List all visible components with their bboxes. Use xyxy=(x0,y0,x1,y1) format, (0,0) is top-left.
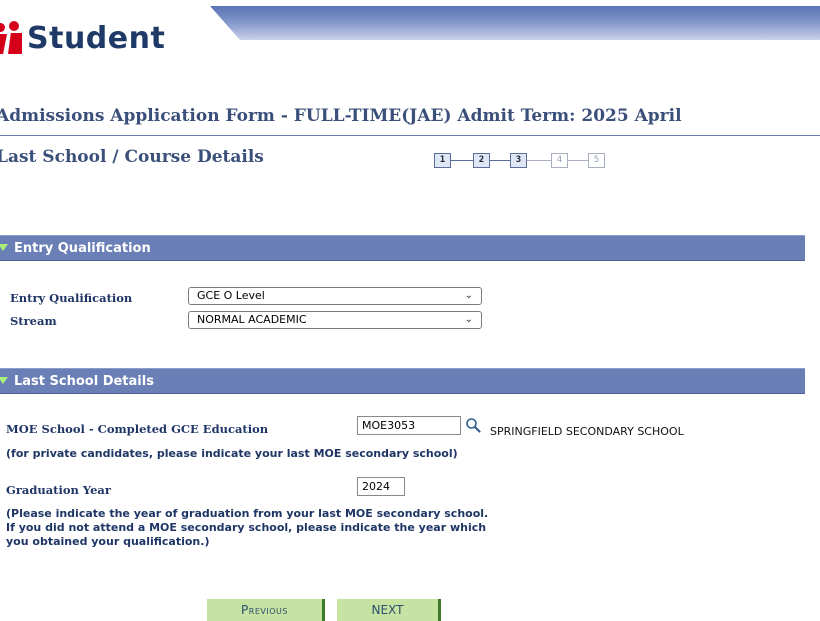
stream-label: Stream xyxy=(10,314,57,328)
step-connector xyxy=(568,160,588,161)
chevron-down-icon: ⌄ xyxy=(464,314,473,325)
entry-qualification-label: Entry Qualification xyxy=(10,291,133,305)
page-title: Admissions Application Form - FULL-TIME(… xyxy=(0,106,682,126)
graduation-year-label: Graduation Year xyxy=(6,483,111,497)
next-button[interactable]: NEXT xyxy=(337,599,441,621)
header-banner xyxy=(210,6,820,40)
previous-button[interactable]: Previous xyxy=(207,599,325,621)
logo-figure-icon xyxy=(0,21,24,55)
graduation-help-line-2: If you did not attend a MOE secondary sc… xyxy=(6,521,487,534)
entry-qualification-header[interactable]: Entry Qualification xyxy=(0,235,805,261)
step-connector xyxy=(527,160,551,161)
app-logo: Student xyxy=(0,14,165,62)
stream-select[interactable]: NORMAL ACADEMIC ⌄ xyxy=(188,311,482,329)
moe-school-label: MOE School - Completed GCE Education xyxy=(6,422,269,436)
school-name: SPRINGFIELD SECONDARY SCHOOL xyxy=(490,425,684,438)
step-3[interactable]: 3 xyxy=(510,153,527,168)
graduation-year-input[interactable]: 2024 xyxy=(357,477,405,496)
title-divider xyxy=(0,135,820,136)
step-2[interactable]: 2 xyxy=(473,153,490,168)
chevron-down-icon: ⌄ xyxy=(464,290,473,301)
selected-value: NORMAL ACADEMIC xyxy=(197,313,307,326)
graduation-help-line-1: (Please indicate the year of graduation … xyxy=(6,507,489,520)
search-icon[interactable] xyxy=(465,417,481,433)
section-header-label: Last School Details xyxy=(14,374,154,389)
logo-text: Student xyxy=(27,20,166,56)
triangle-down-icon[interactable] xyxy=(0,377,8,384)
selected-value: GCE O Level xyxy=(197,289,265,302)
last-school-header[interactable]: Last School Details xyxy=(0,368,805,394)
step-connector xyxy=(451,160,473,161)
triangle-down-icon[interactable] xyxy=(0,244,8,251)
entry-qualification-select[interactable]: GCE O Level ⌄ xyxy=(188,287,482,305)
section-title: Last School / Course Details xyxy=(0,147,264,167)
private-candidate-note: (for private candidates, please indicate… xyxy=(6,447,458,460)
step-connector xyxy=(490,160,510,161)
step-1[interactable]: 1 xyxy=(434,153,451,168)
step-4: 4 xyxy=(551,153,568,168)
graduation-help-line-3: you obtained your qualification.) xyxy=(6,535,210,548)
step-5: 5 xyxy=(588,153,605,168)
moe-school-code-input[interactable]: MOE3053 xyxy=(357,416,461,435)
section-header-label: Entry Qualification xyxy=(14,241,151,256)
